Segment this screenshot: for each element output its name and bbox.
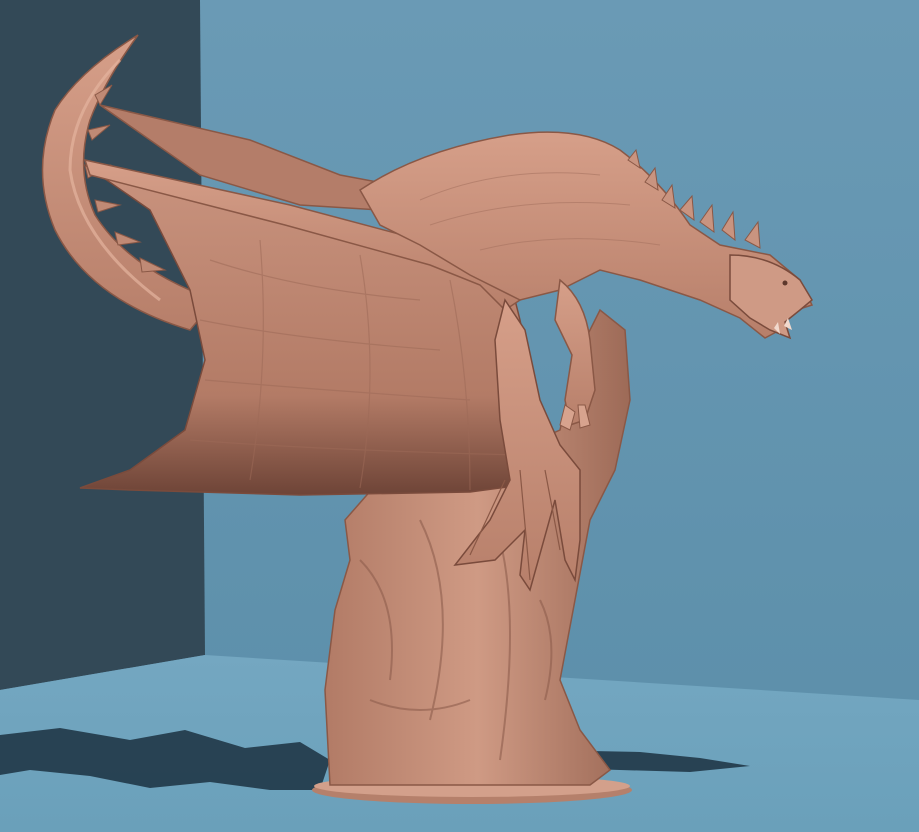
scene-render: [0, 0, 919, 832]
left-wall: [0, 0, 205, 690]
3d-viewport[interactable]: [0, 0, 919, 832]
